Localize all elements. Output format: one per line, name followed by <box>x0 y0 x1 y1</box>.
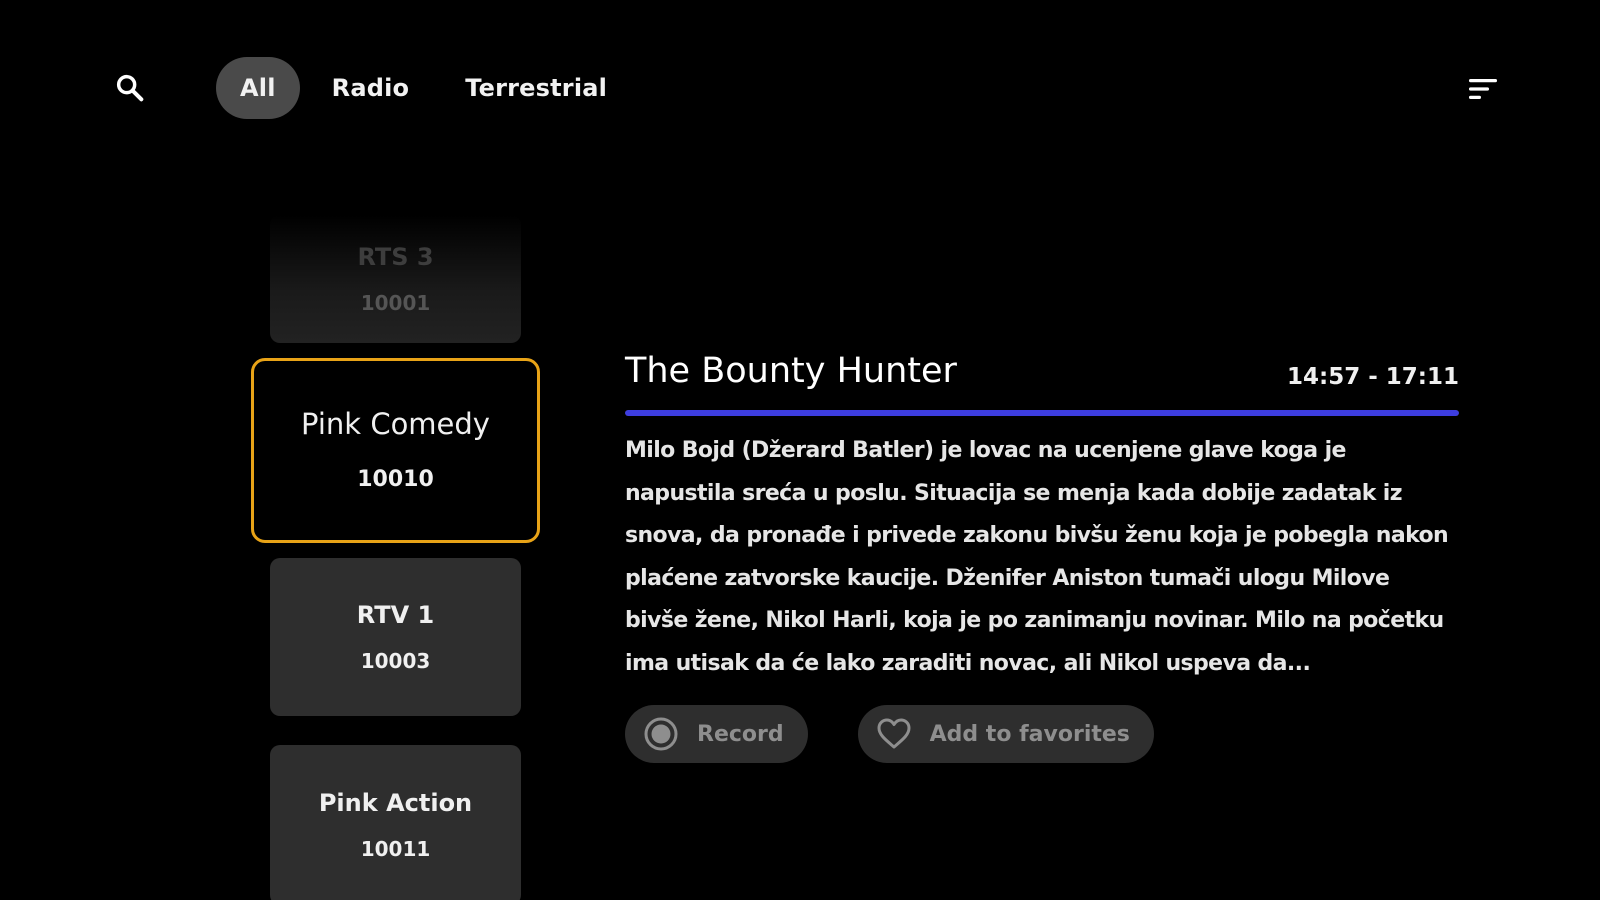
channel-number: 10011 <box>360 837 431 861</box>
channel-name: RTS 3 <box>357 243 434 271</box>
program-description: Milo Bojd (Džerard Batler) je lovac na u… <box>625 438 1449 676</box>
channel-list: RTS 3 10001 Pink Comedy 10010 RTV 1 1000… <box>0 0 560 900</box>
heart-icon <box>876 716 912 752</box>
channel-name: RTV 1 <box>356 601 435 629</box>
favorites-label: Add to favorites <box>929 721 1130 747</box>
channel-card-rts-3[interactable]: RTS 3 10001 <box>270 215 521 343</box>
sort-button[interactable] <box>1466 74 1500 104</box>
channel-number: 10003 <box>360 649 431 673</box>
record-label: Record <box>697 721 784 747</box>
program-time: 14:57 - 17:11 <box>1287 364 1459 390</box>
sort-icon <box>1469 79 1497 99</box>
program-title: The Bounty Hunter <box>625 351 957 391</box>
channel-name: Pink Comedy <box>301 407 490 441</box>
epg-screen: All Radio Terrestrial RTS 3 10001 Pink C… <box>0 0 1600 900</box>
program-progress-fill <box>625 410 1459 416</box>
program-details: The Bounty Hunter 14:57 - 17:11 Milo Boj… <box>625 352 1459 763</box>
record-icon <box>643 716 679 752</box>
program-header: The Bounty Hunter 14:57 - 17:11 <box>625 352 1459 396</box>
channel-number: 10001 <box>360 291 431 315</box>
channel-card-pink-action[interactable]: Pink Action 10011 <box>270 745 521 900</box>
channel-number: 10010 <box>357 467 434 492</box>
channel-name: Pink Action <box>318 789 473 817</box>
program-actions: Record Add to favorites <box>625 705 1459 763</box>
program-progress-bar <box>625 410 1459 416</box>
channel-card-rtv-1[interactable]: RTV 1 10003 <box>270 558 521 716</box>
record-button[interactable]: Record <box>625 705 808 763</box>
channel-card-pink-comedy[interactable]: Pink Comedy 10010 <box>251 358 540 543</box>
add-to-favorites-button[interactable]: Add to favorites <box>857 705 1154 763</box>
